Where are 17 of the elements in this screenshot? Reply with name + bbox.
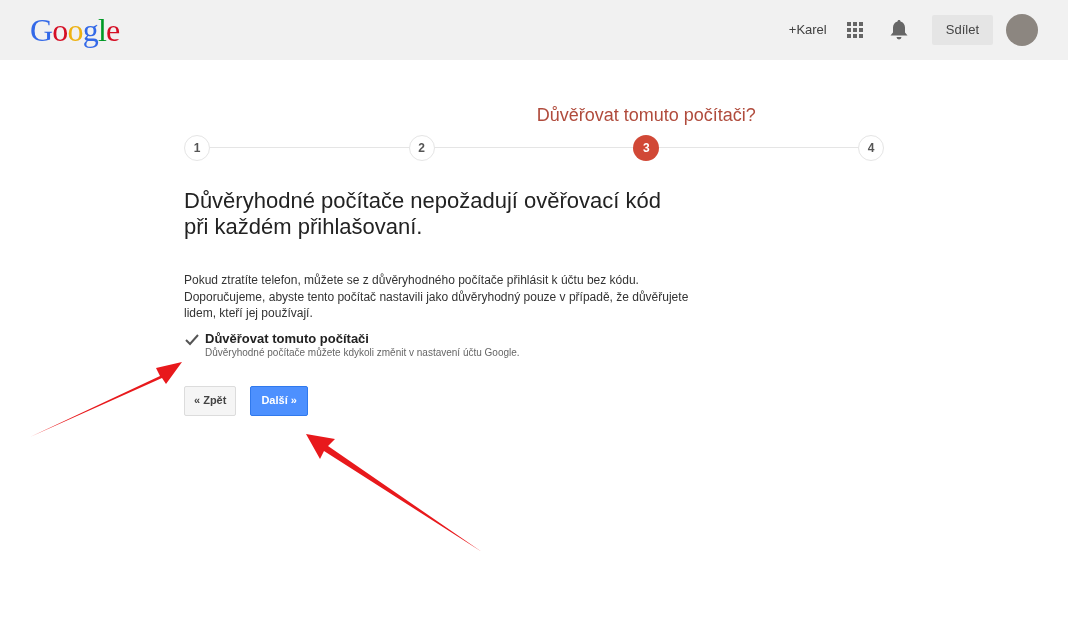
checkbox-label: Důvěřovat tomuto počítači — [205, 330, 370, 347]
heading: Důvěryhodné počítače nepožadují ověřovací kód při každém přihlašovaní. — [184, 188, 662, 240]
google-logo[interactable]: Google — [30, 14, 120, 46]
back-button[interactable]: « Zpět — [184, 385, 237, 416]
step-indicator: 3 — [633, 135, 660, 161]
checkbox-hint: Důvěryhodné počítače můžete kdykoli změnit v nastavení účtu Google. — [205, 346, 520, 359]
trust-checkbox[interactable] — [184, 332, 199, 348]
profile-link[interactable]: +Karel — [788, 20, 827, 40]
description: Pokud ztratíte telefon, můžete se z důvěryhodného počítače přihlásit k účtu bez kódu. Doporučujeme, abyste tento počítač nastavili jako důvěryhodný pouze v případě, že důvěřujete lidem, kteří jej používají. — [184, 272, 690, 322]
notification-bell-icon[interactable] — [889, 20, 908, 40]
share-button[interactable]: Sdílet — [931, 15, 993, 45]
step-title: Důvěřovat tomuto počítači? — [536, 104, 756, 127]
step-indicator: 1 — [184, 135, 210, 161]
avatar[interactable] — [1006, 14, 1038, 46]
apps-grid-icon[interactable] — [846, 22, 863, 38]
step-indicator: 2 — [408, 135, 435, 161]
step-indicator: 4 — [857, 135, 884, 161]
